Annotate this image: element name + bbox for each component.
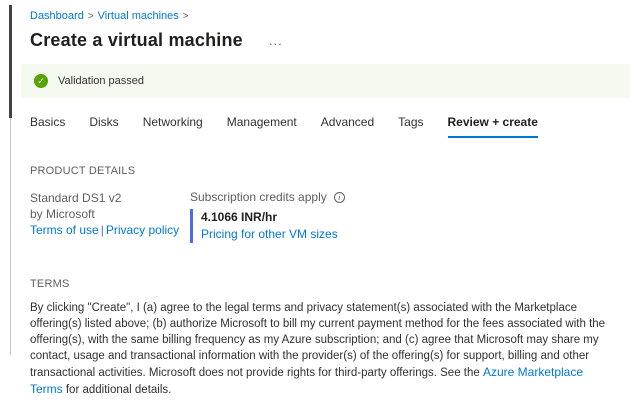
tab-review-create[interactable]: Review + create — [447, 115, 538, 138]
links-separator: | — [100, 223, 104, 237]
wizard-tabs: Basics Disks Networking Management Advan… — [30, 115, 630, 138]
terms-paragraph: By clicking "Create", I (a) agree to the… — [30, 300, 616, 398]
subscription-credits-label: Subscription credits apply — [190, 190, 327, 204]
validation-banner-text: Validation passed — [58, 75, 145, 87]
tab-basics[interactable]: Basics — [30, 115, 65, 138]
title-row: Create a virtual machine ... — [30, 30, 630, 51]
terms-of-use-link[interactable]: Terms of use — [30, 223, 99, 237]
breadcrumb-separator: > — [87, 11, 94, 22]
price-block: 4.1066 INR/hr Pricing for other VM sizes — [190, 209, 345, 243]
vertical-scrollbar[interactable] — [9, 5, 12, 355]
page-content: Dashboard > Virtual machines > Create a vir… — [0, 0, 640, 400]
scrollbar-thumb[interactable] — [9, 5, 12, 118]
tab-management[interactable]: Management — [227, 115, 297, 138]
breadcrumb-virtual-machines[interactable]: Virtual machines — [98, 10, 179, 22]
product-details-section: Standard DS1 v2 by Microsoft Terms of us… — [30, 190, 630, 243]
tab-tags[interactable]: Tags — [398, 115, 423, 138]
product-info-column: Standard DS1 v2 by Microsoft Terms of us… — [30, 190, 190, 243]
page-title: Create a virtual machine — [30, 30, 243, 50]
more-options-icon[interactable]: ... — [269, 34, 283, 47]
breadcrumb: Dashboard > Virtual machines > — [30, 9, 630, 24]
breadcrumb-dashboard[interactable]: Dashboard — [30, 10, 84, 22]
validation-banner: ✓ Validation passed — [21, 64, 630, 98]
terms-heading: TERMS — [30, 278, 70, 290]
success-check-icon: ✓ — [34, 74, 48, 88]
product-name: Standard DS1 v2 — [30, 191, 122, 205]
breadcrumb-separator: > — [182, 11, 189, 22]
product-publisher: by Microsoft — [30, 207, 95, 221]
pricing-column: Subscription credits apply i 4.1066 INR/… — [190, 190, 345, 243]
product-details-heading: PRODUCT DETAILS — [30, 165, 136, 177]
price-value: 4.1066 INR/hr — [201, 210, 278, 224]
tab-networking[interactable]: Networking — [143, 115, 203, 138]
terms-text-after: for additional details. — [62, 384, 172, 396]
tab-advanced[interactable]: Advanced — [321, 115, 374, 138]
tab-disks[interactable]: Disks — [89, 115, 118, 138]
privacy-policy-link[interactable]: Privacy policy — [106, 223, 179, 237]
info-icon[interactable]: i — [333, 191, 345, 203]
pricing-other-vm-sizes-link[interactable]: Pricing for other VM sizes — [201, 226, 338, 242]
